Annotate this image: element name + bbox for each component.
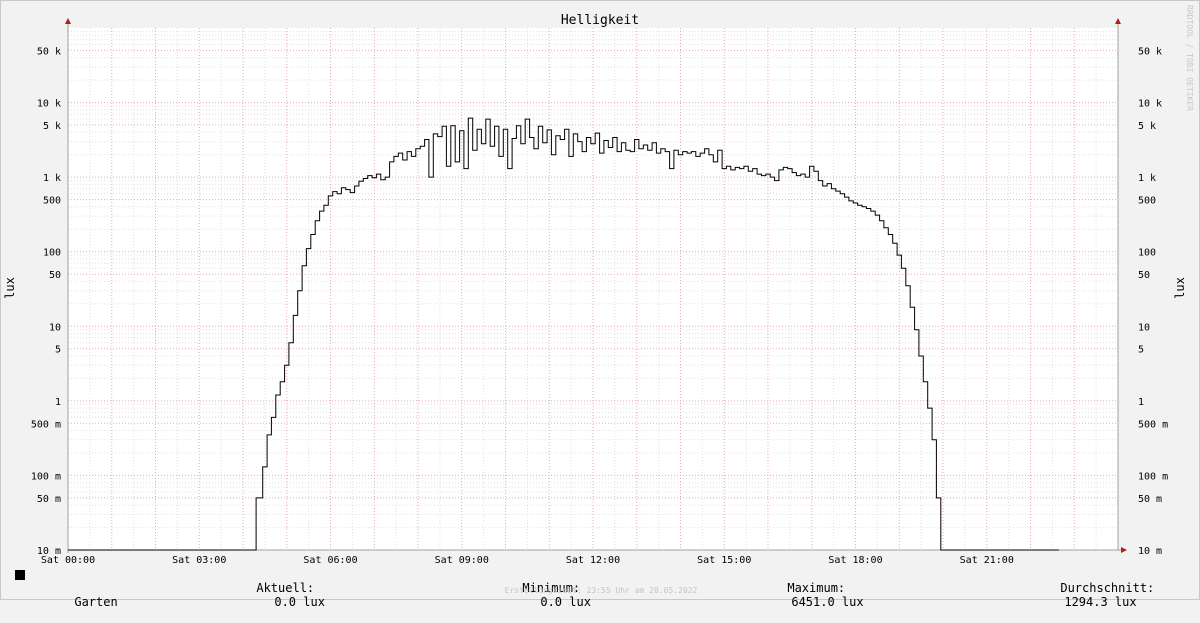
legend-series: Garten	[15, 567, 118, 623]
legend-average: Durchschnitt: 1294.3 lux	[1017, 567, 1154, 623]
max-value: 6451.0 lux	[791, 595, 864, 609]
y-tick-label-right: 5	[1138, 345, 1144, 356]
y-tick-label-right: 50	[1138, 270, 1150, 281]
y-tick-label-left: 50 k	[37, 46, 61, 57]
y-tick-label-right: 500 m	[1138, 419, 1168, 430]
creation-time: Erstellungszeit: 23:55 Uhr am 28.05.2022	[504, 586, 698, 595]
y-tick-label-right: 500	[1138, 196, 1156, 207]
min-value: 0.0 lux	[540, 595, 591, 609]
current-value: 0.0 lux	[274, 595, 325, 609]
y-tick-label-left: 1 k	[43, 173, 61, 184]
y-tick-label-left: 50	[49, 270, 61, 281]
y-tick-label-right: 50 k	[1138, 46, 1162, 57]
y-tick-label-left: 50 m	[37, 494, 61, 505]
y-tick-label-left: 100	[43, 248, 61, 259]
y-tick-label-left: 1	[55, 397, 61, 408]
y-tick-labels-right: 10 m 50 m 100 m 500 m 1 5 10 50 100 500 1 k 5 k 10 k…	[1138, 46, 1168, 557]
y-tick-label-right: 1	[1138, 397, 1144, 408]
x-tick-label: Sat 09:00	[435, 555, 489, 566]
x-tick-labels: Sat 00:00 Sat 03:00 Sat 06:00 Sat 09:00 Sat …	[41, 555, 1014, 566]
y-tick-labels-left: 10 m50 m100 m500 m1510501005001 k5 k10 k…	[31, 46, 61, 557]
y-tick-label-right: 10 k	[1138, 99, 1162, 110]
x-tick-label: Sat 00:00	[41, 555, 95, 566]
y-axis-arrow-right	[1115, 18, 1121, 24]
y-tick-label-right: 100 m	[1138, 471, 1168, 482]
legend-maximum: Maximum: 6451.0 lux	[744, 567, 864, 623]
y-tick-label-left: 10	[49, 322, 61, 333]
y-tick-label-left: 500	[43, 196, 61, 207]
x-tick-label: Sat 03:00	[172, 555, 226, 566]
brightness-chart: Helligkeit lux lux RRDTOOL / TOBI OETIKE…	[3, 5, 1194, 566]
legend-series-name: Garten	[74, 595, 118, 609]
y-tick-label-left: 5	[55, 345, 61, 356]
y-tick-label-right: 100	[1138, 248, 1156, 259]
y-tick-label-left: 10 k	[37, 99, 61, 110]
legend-current: Aktuell: 0.0 lux	[213, 567, 325, 623]
y-axis-label-right: lux	[1173, 277, 1187, 299]
x-tick-label: Sat 21:00	[960, 555, 1014, 566]
legend-minimum: Minimum: 0.0 lux	[479, 567, 591, 623]
y-tick-label-right: 1 k	[1138, 173, 1156, 184]
y-tick-label-right: 50 m	[1138, 494, 1162, 505]
x-tick-label: Sat 12:00	[566, 555, 620, 566]
legend-swatch	[15, 570, 25, 580]
x-tick-label: Sat 06:00	[303, 555, 357, 566]
y-tick-label-left: 500 m	[31, 419, 61, 430]
y-tick-label-right: 5 k	[1138, 121, 1156, 132]
legend: Garten Aktuell: 0.0 lux Minimum: 0.0 lux…	[15, 567, 1187, 609]
x-axis-arrow	[1121, 547, 1127, 553]
y-tick-label-left: 100 m	[31, 471, 61, 482]
x-tick-label: Sat 18:00	[828, 555, 882, 566]
rrdtool-watermark: RRDTOOL / TOBI OETIKER	[1185, 5, 1194, 111]
y-tick-label-right: 10 m	[1138, 546, 1162, 557]
avg-value: 1294.3 lux	[1064, 595, 1137, 609]
x-tick-label: Sat 15:00	[697, 555, 751, 566]
chart-title: Helligkeit	[561, 13, 639, 28]
y-axis-label-left: lux	[3, 277, 17, 299]
y-tick-label-right: 10	[1138, 322, 1150, 333]
y-axis-arrow-left	[65, 18, 71, 24]
graph-frame: Helligkeit lux lux RRDTOOL / TOBI OETIKE…	[0, 0, 1200, 609]
y-tick-label-left: 5 k	[43, 121, 61, 132]
